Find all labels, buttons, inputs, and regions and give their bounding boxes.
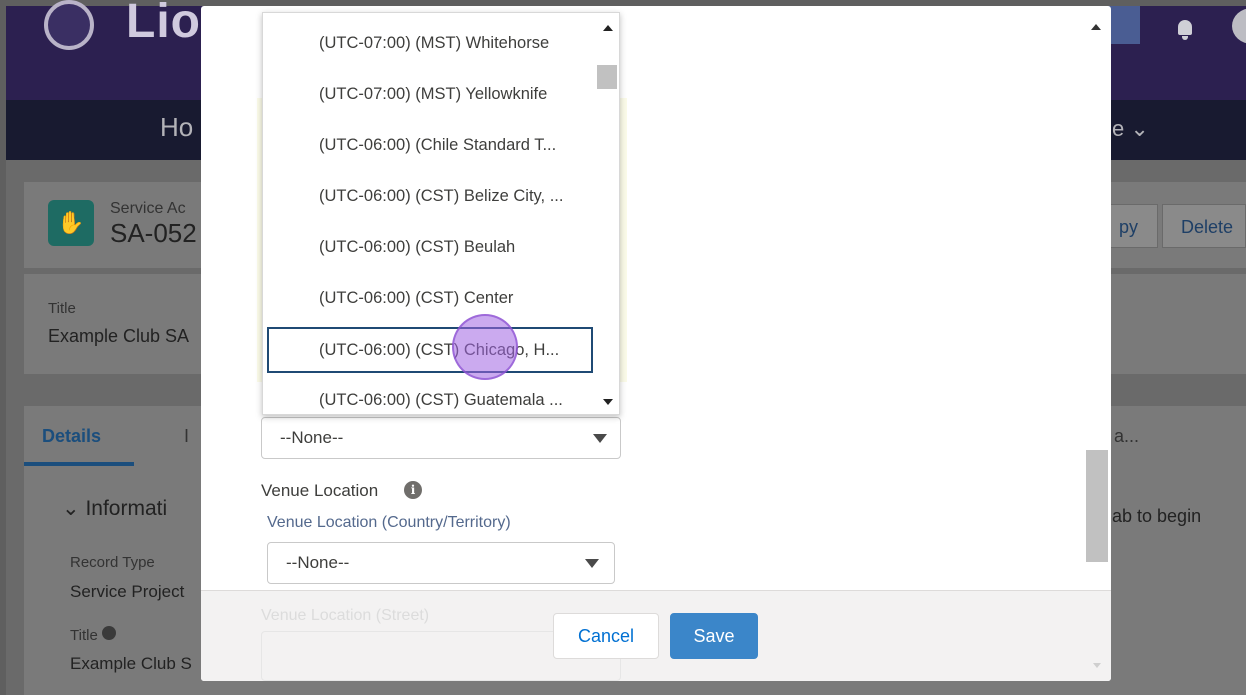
modal-scrollbar-thumb[interactable] [1086, 450, 1108, 562]
timezone-dropdown-list[interactable]: (UTC-07:00) (MST) Whitehorse (UTC-07:00)… [262, 12, 620, 415]
caret-down-icon [585, 559, 599, 568]
modal-footer: Venue Location (Street) Cancel Save [201, 590, 1111, 681]
venue-country-value: --None-- [286, 553, 350, 572]
delete-button[interactable]: Delete [1162, 204, 1246, 248]
chevron-down-icon: ⌄ [1130, 116, 1149, 141]
timezone-select[interactable]: --None-- [261, 417, 621, 459]
tab-right[interactable]: a... [1114, 426, 1139, 447]
venue-street-label: Venue Location (Street) [261, 607, 430, 624]
list-item-selected[interactable]: (UTC-06:00) (CST) Chicago, H... [267, 327, 593, 373]
record-type-field-label: Record Type [70, 554, 155, 571]
dropdown-scrollbar[interactable] [595, 13, 619, 414]
scroll-up-icon[interactable] [603, 25, 613, 31]
section-title: Informati [85, 497, 168, 520]
timezone-select-value: --None-- [280, 428, 344, 447]
cancel-button[interactable]: Cancel [553, 613, 659, 659]
title-label: Title [48, 300, 76, 317]
section-header-information[interactable]: ⌄ Informati [62, 496, 167, 521]
nav-item-more[interactable]: e ⌄ [1112, 116, 1149, 142]
tab-second[interactable]: I [184, 426, 189, 447]
record-type-field-value: Service Project [70, 582, 185, 601]
scroll-down-icon[interactable] [603, 399, 613, 405]
info-icon [101, 626, 116, 640]
active-tab-indicator [24, 462, 134, 466]
title-field-label: Title [70, 626, 116, 644]
dropdown-scrollbar-thumb[interactable] [597, 65, 617, 89]
timezone-options: (UTC-07:00) (MST) Whitehorse (UTC-07:00)… [263, 13, 595, 414]
chevron-down-icon: ⌄ [62, 497, 80, 520]
list-item[interactable]: (UTC-06:00) (CST) Center [263, 277, 595, 323]
tab-details[interactable]: Details [42, 426, 101, 447]
list-item[interactable]: (UTC-07:00) (MST) Whitehorse [263, 22, 595, 68]
record-id: SA-052 [110, 218, 197, 248]
handshake-icon: ✋ [48, 200, 94, 246]
lions-logo-icon [44, 0, 94, 50]
nav-item-home[interactable]: Ho [160, 112, 193, 143]
scroll-up-icon[interactable] [1091, 24, 1101, 30]
click-indicator [452, 314, 518, 380]
section-hint: ab to begin [1112, 506, 1202, 526]
list-item[interactable]: (UTC-06:00) (CST) Beulah [263, 226, 595, 272]
list-item[interactable]: (UTC-06:00) (Chile Standard T... [263, 124, 595, 170]
brand-name: Lio [126, 0, 201, 48]
record-type-label: Service Ac [110, 200, 186, 217]
title-field-value: Example Club S [70, 654, 192, 673]
venue-country-select[interactable]: --None-- [267, 542, 615, 584]
save-button[interactable]: Save [670, 613, 758, 659]
title-field-label-text: Title [70, 627, 98, 644]
notification-bell-icon[interactable] [1176, 20, 1194, 40]
scroll-down-icon[interactable] [1093, 663, 1101, 668]
venue-location-label: Venue Location [261, 481, 378, 501]
modal-scrollbar[interactable] [1086, 20, 1108, 590]
list-item[interactable]: (UTC-06:00) (CST) Belize City, ... [263, 175, 595, 221]
caret-down-icon [593, 434, 607, 443]
venue-location-label-text: Venue Location [261, 481, 379, 500]
info-icon[interactable]: i [404, 481, 422, 499]
nav-more-label: e [1112, 116, 1125, 141]
list-item[interactable]: (UTC-06:00) (CST) Guatemala ... [263, 379, 595, 414]
title-value: Example Club SA [48, 326, 190, 346]
list-item[interactable]: (UTC-07:00) (MST) Yellowknife [263, 73, 595, 119]
venue-country-label: Venue Location (Country/Territory) [267, 514, 511, 531]
